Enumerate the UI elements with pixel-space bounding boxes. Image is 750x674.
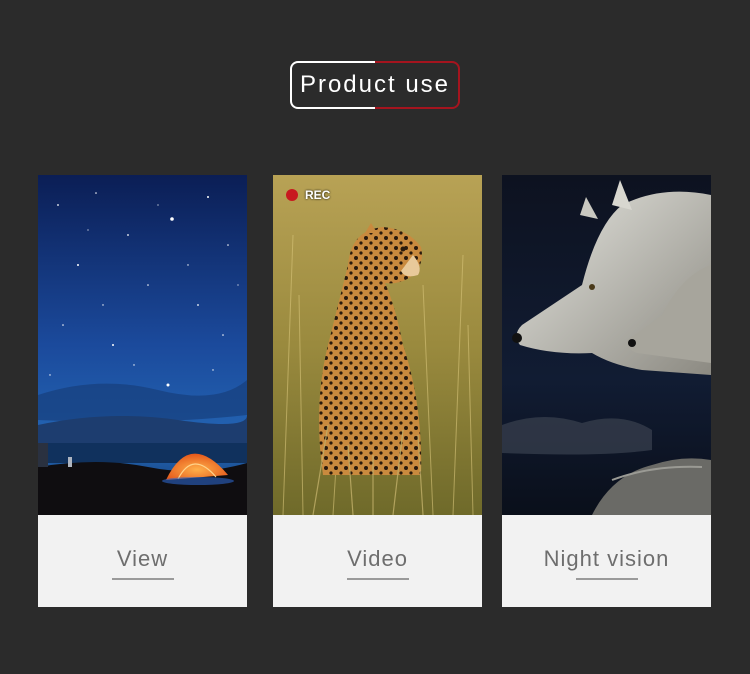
label-underline — [346, 578, 409, 580]
rec-indicator: REC — [286, 188, 330, 202]
card-label: Video — [347, 546, 408, 572]
wolves-night-image — [502, 175, 711, 515]
record-dot-icon — [286, 189, 298, 201]
cheetah-image: REC — [273, 175, 482, 515]
rec-text: REC — [305, 188, 331, 202]
section-title: Product use — [299, 71, 451, 98]
card-label: View — [116, 546, 169, 572]
section-title-frame: Product use — [290, 61, 460, 109]
card-night-vision[interactable]: Night vision — [502, 175, 711, 607]
card-label: Night vision — [543, 546, 670, 572]
label-underline — [111, 578, 174, 580]
starry-night-camping-image — [38, 175, 247, 515]
card-view[interactable]: View — [38, 175, 247, 607]
label-underline — [575, 578, 638, 580]
card-video[interactable]: REC Video — [273, 175, 482, 607]
